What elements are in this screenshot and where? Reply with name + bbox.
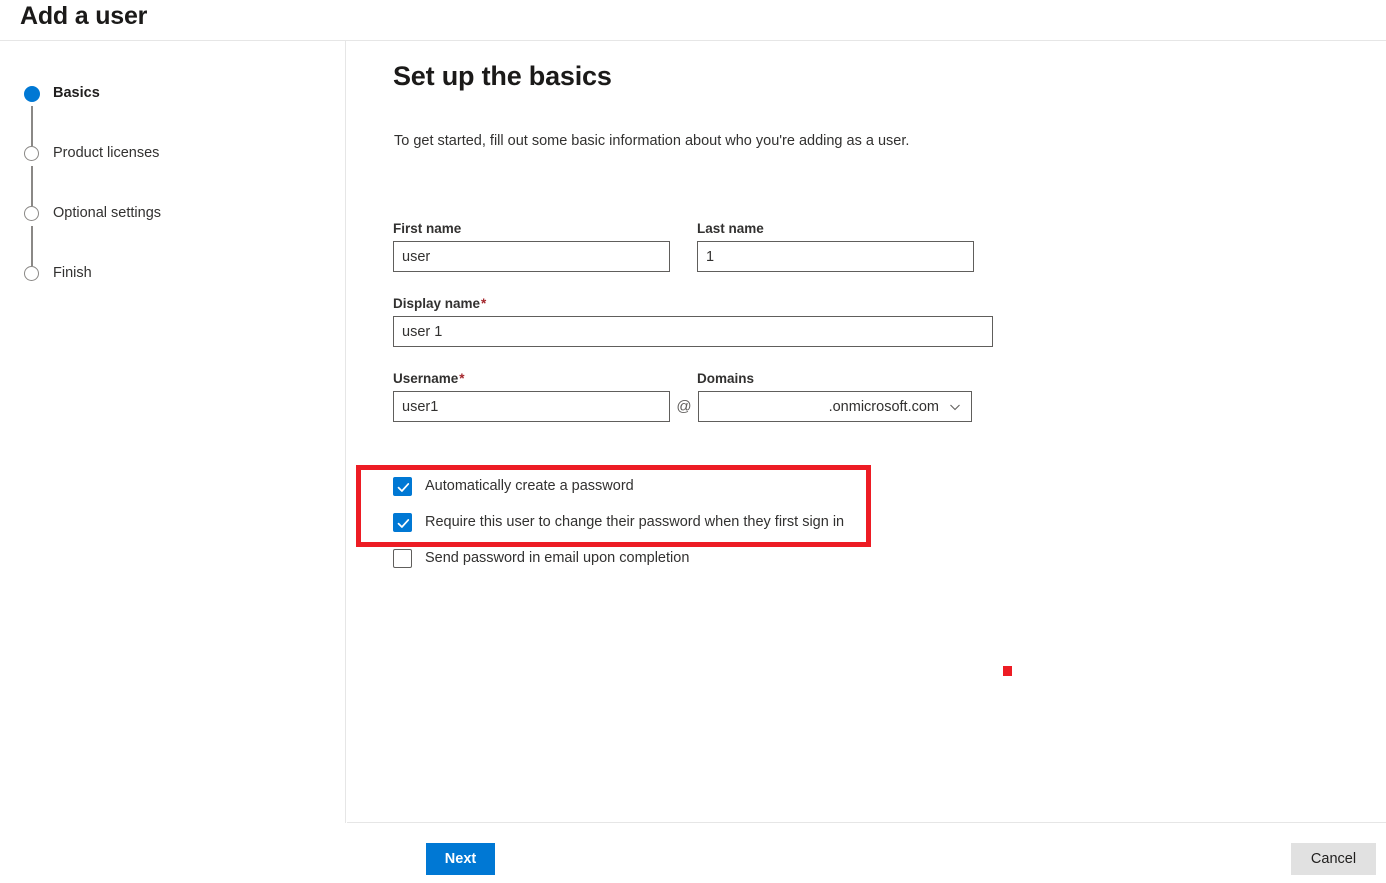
section-heading: Set up the basics bbox=[393, 61, 612, 91]
username-domain-inputs: @ .onmicrosoft.com bbox=[393, 391, 993, 422]
checkbox-checked-icon[interactable] bbox=[393, 512, 412, 532]
checkbox-auto-create-password[interactable]: Automatically create a password bbox=[393, 468, 1013, 504]
sidebar-item-label: Product licenses bbox=[53, 145, 160, 161]
username-label-wrap: Username* bbox=[393, 371, 670, 391]
username-input[interactable] bbox=[393, 391, 670, 422]
step-connector-line bbox=[31, 226, 33, 266]
sidebar-item-label: Finish bbox=[53, 265, 92, 281]
step-dot-filled-icon bbox=[24, 86, 40, 102]
required-asterisk: * bbox=[481, 296, 487, 311]
section-description: To get started, fill out some basic info… bbox=[394, 133, 910, 149]
basics-form: First name Last name Display name* bbox=[393, 221, 993, 422]
page-title: Add a user bbox=[20, 2, 148, 30]
display-name-group: Display name* bbox=[393, 296, 993, 347]
footer-action-bar: Next Cancel bbox=[0, 824, 1386, 883]
add-user-wizard: Add a user Basics Product licenses Optio… bbox=[0, 0, 1386, 883]
step-dot-empty-icon bbox=[24, 146, 39, 161]
step-dot-empty-icon bbox=[24, 266, 39, 281]
domains-label-wrap: Domains bbox=[697, 371, 974, 391]
last-name-input[interactable] bbox=[697, 241, 974, 272]
sidebar-item-label: Basics bbox=[53, 85, 100, 101]
display-name-input[interactable] bbox=[393, 316, 993, 347]
domain-select-value: .onmicrosoft.com bbox=[828, 398, 939, 415]
checkbox-label: Automatically create a password bbox=[425, 478, 634, 494]
step-marker-basics bbox=[24, 86, 42, 146]
checkbox-send-password-email[interactable]: Send password in email upon completion bbox=[393, 540, 1013, 576]
step-marker-product-licenses bbox=[24, 146, 42, 206]
sidebar-item-optional-settings[interactable]: Optional settings bbox=[24, 203, 304, 266]
sidebar-item-basics[interactable]: Basics bbox=[24, 83, 304, 146]
name-row: First name Last name bbox=[393, 221, 993, 272]
required-asterisk: * bbox=[459, 371, 465, 386]
step-connector-line bbox=[31, 106, 33, 146]
domains-label: Domains bbox=[697, 371, 755, 386]
username-domain-row: Username* Domains @ .onmicrosoft.com bbox=[393, 371, 993, 422]
step-marker-finish bbox=[24, 266, 42, 284]
checkbox-label: Send password in email upon completion bbox=[425, 550, 690, 566]
domain-select[interactable]: .onmicrosoft.com bbox=[698, 391, 972, 422]
display-name-label-text: Display name bbox=[393, 296, 481, 311]
checkbox-unchecked-icon[interactable] bbox=[393, 548, 412, 568]
step-progress-list: Basics Product licenses Optional setting… bbox=[24, 83, 304, 287]
step-marker-optional-settings bbox=[24, 206, 42, 266]
username-domain-labels: Username* Domains bbox=[393, 371, 993, 391]
next-button[interactable]: Next bbox=[426, 843, 495, 875]
first-name-group: First name bbox=[393, 221, 670, 272]
at-symbol-icon: @ bbox=[676, 398, 692, 415]
display-name-label: Display name* bbox=[393, 296, 993, 311]
main-content-panel: Set up the basics To get started, fill o… bbox=[347, 41, 1386, 823]
checkbox-checked-icon[interactable] bbox=[393, 476, 412, 496]
wizard-sidebar: Basics Product licenses Optional setting… bbox=[0, 41, 346, 823]
step-dot-empty-icon bbox=[24, 206, 39, 221]
sidebar-item-product-licenses[interactable]: Product licenses bbox=[24, 143, 304, 206]
cancel-button[interactable]: Cancel bbox=[1291, 843, 1376, 875]
username-label: Username* bbox=[393, 371, 670, 386]
chevron-down-icon bbox=[949, 401, 961, 413]
sidebar-item-finish[interactable]: Finish bbox=[24, 263, 304, 287]
sidebar-item-label: Optional settings bbox=[53, 205, 162, 221]
username-label-text: Username bbox=[393, 371, 459, 386]
password-options-group: Automatically create a password Require … bbox=[393, 468, 1013, 576]
checkbox-require-password-change[interactable]: Require this user to change their passwo… bbox=[393, 504, 1013, 540]
last-name-label: Last name bbox=[697, 221, 764, 236]
window-header: Add a user bbox=[0, 0, 1386, 41]
first-name-label: First name bbox=[393, 221, 462, 236]
last-name-group: Last name bbox=[697, 221, 974, 272]
checkbox-label: Require this user to change their passwo… bbox=[425, 514, 845, 530]
annotation-marker-square bbox=[1003, 666, 1012, 676]
step-connector-line bbox=[31, 166, 33, 206]
first-name-input[interactable] bbox=[393, 241, 670, 272]
